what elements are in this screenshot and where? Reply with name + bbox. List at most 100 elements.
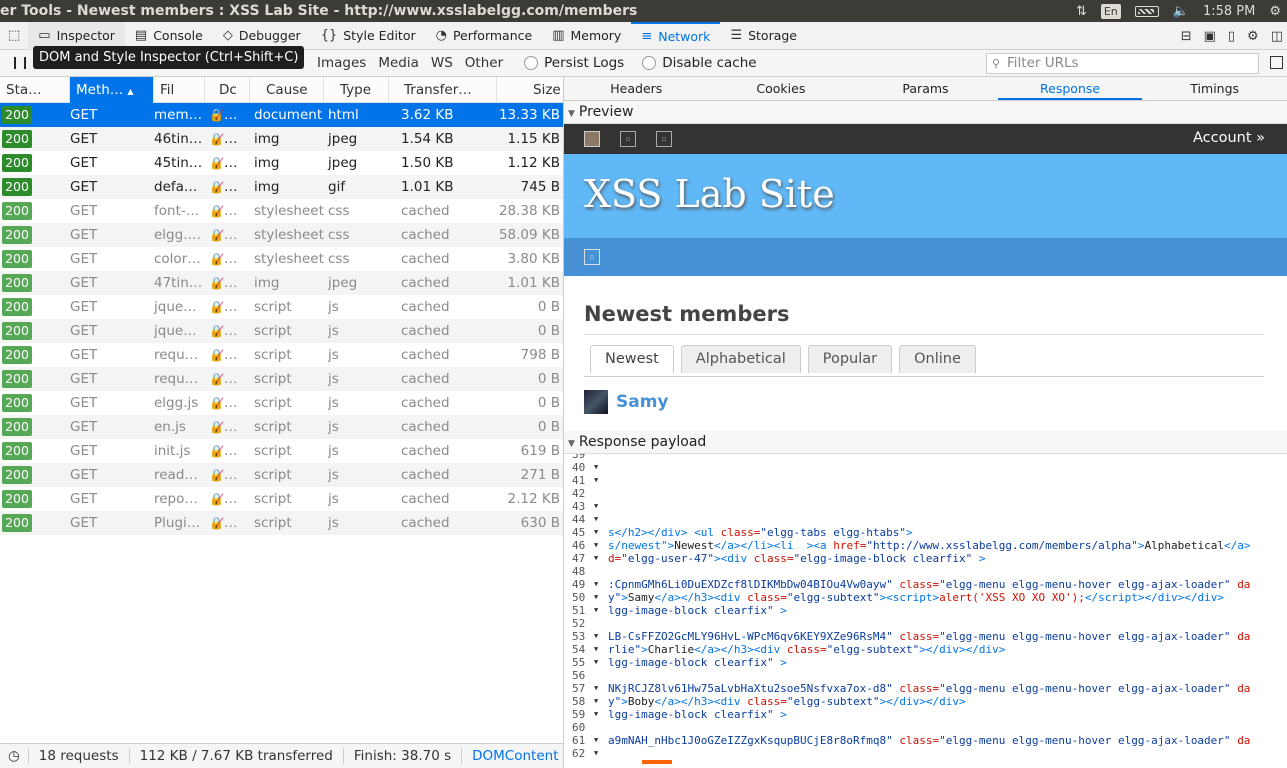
fold-arrow-icon[interactable]: ▼ bbox=[594, 591, 598, 604]
column-method[interactable]: Meth… ▲ bbox=[70, 77, 154, 103]
table-row[interactable]: 200 GET 45tin… 🔒̸… img jpeg 1.50 KB 1.12 KB bbox=[0, 151, 563, 175]
tab-newest[interactable]: Newest bbox=[590, 345, 674, 373]
request-count: 18 requests bbox=[29, 748, 130, 764]
fold-arrow-icon[interactable]: ▼ bbox=[594, 500, 598, 513]
table-row[interactable]: 200 GET init.js 🔒̸… script js cached 619 B bbox=[0, 439, 563, 463]
response-payload-editor[interactable]: 39 40 ▼ 41 ▼ 42 43 ▼ 44 ▼ 45 ▼ 46 ▼ 47 ▼ 48 49 ▼ 50 ▼ 51 ▼ 52 53… bbox=[564, 454, 1287, 764]
tab-online[interactable]: Online bbox=[899, 345, 976, 373]
fold-arrow-icon[interactable]: ▼ bbox=[594, 513, 598, 526]
line-number: 41 ▼ bbox=[564, 474, 608, 487]
table-row[interactable]: 200 GET repo… 🔒̸… script js cached 2.12 KB bbox=[0, 487, 563, 511]
table-row[interactable]: 200 GET requ… 🔒̸… script js cached 0 B bbox=[0, 367, 563, 391]
table-row[interactable]: 200 GET font-… 🔒̸… stylesheet css cached 28.38 … bbox=[0, 199, 563, 223]
code-lines: s</h2></div> <ul class="elgg-tabs elgg-h… bbox=[608, 454, 1287, 760]
table-row[interactable]: 200 GET Plugi… 🔒̸… script js cached 630 B bbox=[0, 511, 563, 535]
elgg-logo-icon[interactable] bbox=[584, 131, 600, 147]
table-row[interactable]: 200 GET en.js 🔒̸… script js cached 0 B bbox=[0, 415, 563, 439]
member-name-link[interactable]: Samy bbox=[616, 392, 669, 412]
clock[interactable]: 1:58 PM bbox=[1203, 4, 1255, 19]
avatar[interactable] bbox=[584, 390, 608, 414]
tab-style-editor[interactable]: {} Style Editor bbox=[311, 22, 426, 50]
fold-arrow-icon[interactable]: ▼ bbox=[594, 630, 598, 643]
column-size[interactable]: Size bbox=[497, 77, 563, 103]
column-domain[interactable]: Dc bbox=[205, 77, 250, 103]
tab-params[interactable]: Params bbox=[853, 77, 998, 100]
broken-image-icon[interactable]: ▫ bbox=[584, 249, 600, 265]
fold-arrow-icon[interactable]: ▼ bbox=[594, 474, 598, 487]
tab-performance[interactable]: ◔ Performance bbox=[426, 22, 543, 50]
persist-logs-checkbox[interactable]: Persist Logs bbox=[524, 55, 624, 71]
responsive-design-icon[interactable]: ▯ bbox=[1228, 29, 1235, 44]
payload-section-header[interactable]: ▼ Response payload bbox=[564, 431, 1287, 454]
tab-network[interactable]: ≡ Network bbox=[631, 21, 721, 50]
toggle-sidebar-icon[interactable] bbox=[1270, 56, 1283, 69]
line-number-text: 40 bbox=[572, 461, 586, 474]
table-row[interactable]: 200 GET 46tin… 🔒̸… img jpeg 1.54 KB 1.15 KB bbox=[0, 127, 563, 151]
network-transfer-icon[interactable]: ⇅ bbox=[1076, 4, 1087, 19]
fold-arrow-icon[interactable]: ▼ bbox=[594, 461, 598, 474]
tab-memory[interactable]: ▥ Memory bbox=[542, 22, 631, 50]
fold-arrow-icon[interactable]: ▼ bbox=[594, 656, 598, 669]
tab-alphabetical[interactable]: Alphabetical bbox=[680, 345, 801, 373]
disable-cache-checkbox[interactable]: Disable cache bbox=[642, 55, 757, 71]
sort-ascending-icon: ▲ bbox=[127, 87, 134, 96]
column-cause[interactable]: Cause bbox=[250, 77, 324, 103]
column-transferred[interactable]: Transfer… bbox=[389, 77, 497, 103]
fold-arrow-icon[interactable]: ▼ bbox=[594, 695, 598, 708]
checkbox-box[interactable] bbox=[524, 56, 539, 70]
table-row[interactable]: 200 GET read… 🔒̸… script js cached 271 B bbox=[0, 463, 563, 487]
filter-media[interactable]: Media bbox=[373, 53, 424, 73]
fold-arrow-icon[interactable]: ▼ bbox=[594, 747, 598, 760]
battery-icon[interactable] bbox=[1134, 5, 1159, 17]
broken-image-icon[interactable]: ▫ bbox=[620, 131, 636, 147]
filter-ws[interactable]: WS bbox=[426, 53, 458, 73]
tab-cookies[interactable]: Cookies bbox=[709, 77, 854, 100]
fold-arrow-icon[interactable]: ▼ bbox=[594, 682, 598, 695]
frame-selector-icon[interactable]: ▣ bbox=[1204, 29, 1216, 44]
broken-image-icon[interactable]: ▫ bbox=[656, 131, 672, 147]
filter-other[interactable]: Other bbox=[460, 53, 508, 73]
column-file[interactable]: Fil bbox=[154, 77, 205, 103]
tab-storage[interactable]: ☰ Storage bbox=[720, 22, 807, 50]
settings-gear-icon[interactable]: ⚙ bbox=[1269, 4, 1281, 19]
fold-arrow-icon[interactable]: ▼ bbox=[594, 526, 598, 539]
dock-side-icon[interactable]: ◫ bbox=[1271, 29, 1283, 44]
filter-images[interactable]: Images bbox=[312, 53, 371, 73]
column-status[interactable]: Sta… bbox=[0, 77, 70, 103]
volume-icon[interactable]: 🔈 bbox=[1173, 4, 1189, 19]
fold-arrow-icon[interactable]: ▼ bbox=[594, 578, 598, 591]
table-row[interactable]: 200 GET jque… 🔒̸… script js cached 0 B bbox=[0, 295, 563, 319]
pick-element-button[interactable]: ⬚ bbox=[0, 22, 28, 50]
table-row[interactable]: 200 GET jque… 🔒̸… script js cached 0 B bbox=[0, 319, 563, 343]
horizontal-scrollbar-thumb[interactable] bbox=[642, 760, 672, 764]
site-title[interactable]: XSS Lab Site bbox=[584, 172, 835, 216]
table-row[interactable]: 200 GET elgg.js 🔒̸… script js cached 0 B bbox=[0, 391, 563, 415]
fold-arrow-icon[interactable]: ▼ bbox=[594, 734, 598, 747]
split-console-icon[interactable]: ⊟ bbox=[1181, 29, 1192, 44]
column-type[interactable]: Type bbox=[324, 77, 389, 103]
performance-analysis-icon[interactable]: ◷ bbox=[0, 748, 29, 764]
pause-icon[interactable]: ❙❙ bbox=[10, 55, 30, 69]
line-number-text: 58 bbox=[572, 695, 586, 708]
preview-section-header[interactable]: ▼ Preview bbox=[564, 101, 1287, 124]
table-row[interactable]: 200 GET 47tin… 🔒̸… img jpeg cached 1.01 KB bbox=[0, 271, 563, 295]
table-row[interactable]: 200 GET defa… 🔒̸… img gif 1.01 KB 745 B bbox=[0, 175, 563, 199]
fold-arrow-icon[interactable]: ▼ bbox=[594, 604, 598, 617]
fold-arrow-icon[interactable]: ▼ bbox=[594, 539, 598, 552]
table-row[interactable]: 200 GET color… 🔒̸… stylesheet css cached 3.80 K… bbox=[0, 247, 563, 271]
settings-icon[interactable]: ⚙ bbox=[1247, 29, 1259, 44]
table-row[interactable]: 200 GET requ… 🔒̸… script js cached 798 B bbox=[0, 343, 563, 367]
table-row[interactable]: 200 GET mem… 🔒̸… document html 3.62 KB 13.33 KB bbox=[0, 103, 563, 127]
checkbox-box[interactable] bbox=[642, 56, 657, 70]
filter-urls-input[interactable]: ⚲ Filter URLs bbox=[986, 53, 1259, 74]
table-row[interactable]: 200 GET elgg.… 🔒̸… stylesheet css cached 58.09 … bbox=[0, 223, 563, 247]
fold-arrow-icon[interactable]: ▼ bbox=[594, 552, 598, 565]
keyboard-layout-indicator[interactable]: En bbox=[1100, 3, 1121, 19]
tab-popular[interactable]: Popular bbox=[807, 345, 893, 373]
fold-arrow-icon[interactable]: ▼ bbox=[594, 708, 598, 721]
tab-response[interactable]: Response bbox=[997, 77, 1143, 100]
account-menu-link[interactable]: Account » bbox=[1193, 130, 1265, 146]
tab-timings[interactable]: Timings bbox=[1142, 77, 1287, 100]
tab-headers[interactable]: Headers bbox=[564, 77, 709, 100]
fold-arrow-icon[interactable]: ▼ bbox=[594, 643, 598, 656]
